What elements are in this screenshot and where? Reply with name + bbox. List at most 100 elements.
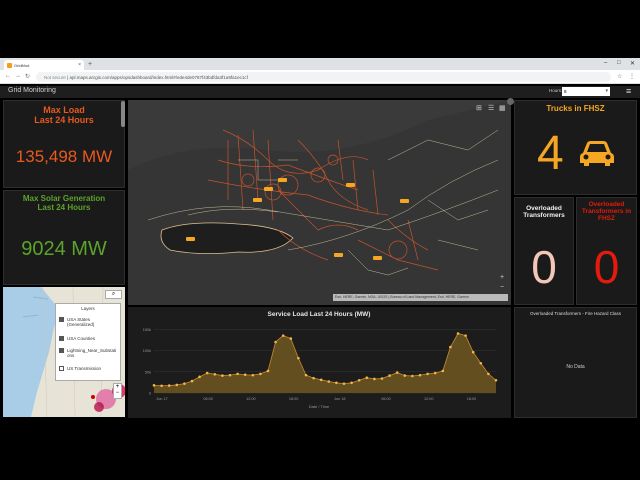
max-load-panel: Max Load Last 24 Hours 135,498 MW — [3, 100, 125, 188]
max-load-value: 135,498 MW — [15, 147, 113, 166]
legend-icon[interactable]: ☰ — [488, 104, 494, 112]
security-indicator[interactable]: Not secure — [44, 75, 66, 80]
scrollbar[interactable] — [121, 101, 125, 127]
layer-row[interactable]: Lightning_Near_Substations — [59, 348, 121, 358]
layer-row[interactable]: US Transmission — [59, 366, 121, 371]
hours-select[interactable]: 8 ▾ — [562, 87, 610, 96]
data-point — [228, 373, 232, 377]
url-input[interactable]: Not secure | apl.maps.arcgis.com/apps/op… — [36, 72, 611, 82]
layer-row[interactable]: USA Counties — [59, 336, 121, 341]
x-tick-label: 06:00 — [203, 397, 213, 401]
x-axis-label: Date / Time — [309, 404, 330, 409]
data-point — [205, 371, 209, 375]
reload-button[interactable]: ↻ — [25, 73, 30, 80]
data-point — [297, 356, 300, 360]
tab-close-icon[interactable]: × — [78, 62, 81, 68]
overloaded-title-line1: Overloaded — [526, 205, 562, 212]
new-tab-button[interactable]: + — [88, 61, 92, 68]
data-point — [160, 384, 163, 388]
overloaded-value: 0 — [531, 241, 557, 293]
x-tick-label: 18:00 — [467, 397, 477, 401]
data-point — [479, 361, 483, 365]
data-point — [464, 334, 467, 337]
data-point — [281, 334, 285, 337]
inset-search-icon[interactable]: ⌕ — [105, 290, 122, 299]
checkbox-checked-icon[interactable] — [59, 317, 64, 322]
zoom-in-button[interactable]: + — [500, 274, 504, 281]
checkbox-checked-icon[interactable] — [59, 348, 64, 353]
hamburger-menu-icon[interactable]: ≡ — [626, 86, 631, 96]
maximize-widget-icon[interactable] — [507, 98, 514, 105]
hours-label: Hours: — [549, 88, 563, 93]
layers-title: Layers — [81, 306, 95, 311]
main-map[interactable]: ⊞ ☰ ▦ + − — [128, 100, 511, 305]
inset-zoom-controls[interactable]: + − — [113, 383, 122, 399]
address-bar: ← → ↻ Not secure | apl.maps.arcgis.com/a… — [0, 70, 640, 84]
overloaded-title-line2: Transformers — [523, 212, 565, 219]
checkbox-unchecked-icon[interactable] — [59, 366, 64, 371]
url-text: apl.maps.arcgis.com/apps/opsdashboard/in… — [69, 75, 248, 80]
data-point — [213, 373, 217, 376]
overloaded-transformers-panel: Overloaded Transformers 0 — [514, 197, 574, 305]
y-tick-label: 100k — [143, 349, 151, 353]
browser-tab[interactable]: GridMod × — [4, 60, 84, 70]
checkbox-checked-icon[interactable] — [59, 336, 64, 341]
screen: GridMod × + – □ ✕ ← → ↻ Not secure | apl… — [0, 0, 640, 480]
fire-hazard-panel: Overloaded Transformers - Fire Hazard Cl… — [514, 307, 637, 418]
series-area — [154, 333, 496, 393]
data-point — [411, 374, 414, 378]
overloaded-fhsz-panel: Overloaded Transformers in FHSZ 0 — [576, 197, 637, 305]
data-point — [190, 379, 194, 383]
data-point — [243, 373, 247, 377]
x-tick-label: 12:00 — [246, 397, 256, 401]
data-point — [350, 381, 353, 385]
data-point — [456, 332, 460, 335]
data-point — [494, 378, 498, 382]
data-point — [433, 371, 437, 375]
data-point — [274, 340, 277, 344]
browser-tabstrip: GridMod × + – □ ✕ — [0, 58, 640, 70]
minimize-button[interactable]: – — [604, 60, 607, 66]
layers-icon[interactable]: ⊞ — [476, 104, 482, 112]
data-point — [327, 380, 331, 383]
data-point — [335, 381, 338, 385]
data-point — [198, 375, 201, 379]
app-header: Grid Monitoring Hours: 8 ▾ ≡ — [0, 86, 640, 98]
favicon-icon — [7, 63, 12, 68]
data-point — [175, 383, 179, 387]
trucks-value: 4 — [537, 127, 564, 180]
hours-value: 8 — [564, 89, 567, 94]
browser-menu-icon[interactable]: ⋮ — [629, 73, 635, 80]
data-point — [319, 378, 323, 382]
data-point — [312, 376, 315, 380]
back-button[interactable]: ← — [5, 73, 11, 79]
overloaded-title: Overloaded Transformers — [515, 205, 573, 219]
data-point — [304, 373, 308, 377]
truck-icon — [580, 141, 614, 166]
data-point — [266, 369, 270, 373]
bookmark-star-icon[interactable]: ☆ — [617, 73, 622, 80]
overloaded-fhsz-title-line2: Transformers in — [581, 208, 632, 215]
layer-row[interactable]: USA States (Generalized) — [59, 317, 121, 327]
data-point — [487, 372, 490, 376]
maximize-button[interactable]: □ — [617, 60, 621, 66]
close-window-button[interactable]: ✕ — [630, 60, 635, 67]
max-load-title: Max Load Last 24 Hours — [4, 105, 124, 125]
chart-title: Service Load Last 24 Hours (MW) — [268, 311, 371, 318]
y-tick-label: 150k — [143, 328, 151, 332]
overloaded-fhsz-value: 0 — [593, 241, 620, 293]
layer-label: USA States (Generalized) — [67, 317, 95, 327]
x-tick-label: 18:00 — [289, 397, 299, 401]
layer-label: Lightning_Near_Substations — [67, 348, 117, 358]
data-point — [388, 374, 391, 377]
tab-title: GridMod — [14, 63, 30, 68]
data-point — [449, 345, 452, 349]
basemap-icon[interactable]: ▦ — [499, 104, 506, 112]
chevron-down-icon: ▾ — [605, 88, 608, 94]
layer-label: USA Counties — [67, 336, 96, 341]
forward-button[interactable]: → — [15, 73, 21, 79]
data-point — [167, 384, 171, 387]
data-point — [365, 376, 369, 379]
no-data-text: No Data — [566, 364, 585, 370]
zoom-out-button[interactable]: − — [500, 284, 504, 291]
